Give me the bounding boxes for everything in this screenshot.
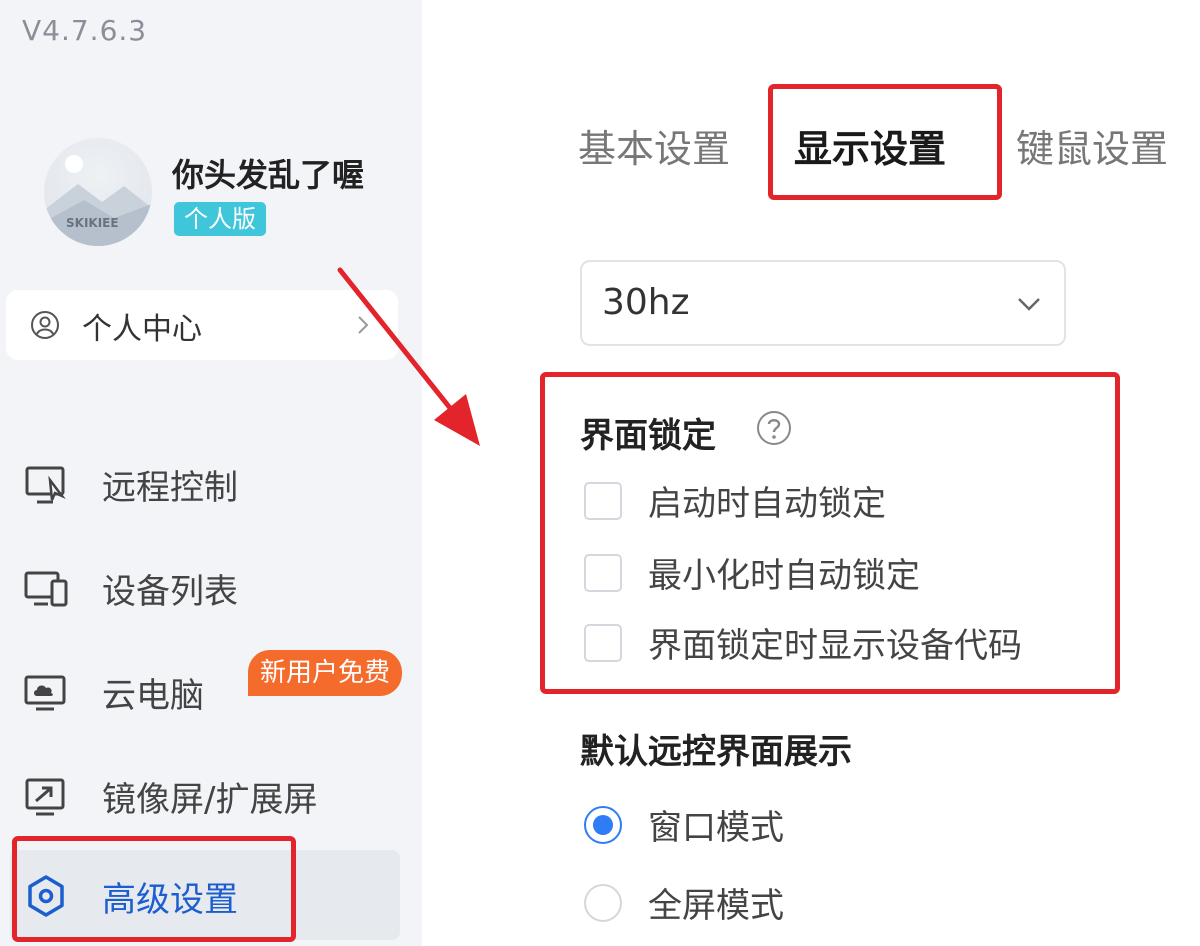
tab-basic-settings[interactable]: 基本设置 [578, 118, 730, 173]
refresh-rate-value: 30hz [602, 282, 690, 323]
default-view-title: 默认远控界面展示 [580, 732, 852, 772]
interface-lock-highlight [540, 372, 1120, 694]
remote-control-icon [25, 466, 66, 504]
sidebar: V4.7.6.3 SKIKIEE 你头发乱了喔 个人版 个人中心 远程控制 设备… [0, 0, 422, 946]
radio-button[interactable] [584, 884, 622, 922]
radio-label: 窗口模式 [648, 808, 784, 848]
sidebar-item-label: 远程控制 [102, 468, 238, 508]
avatar-text: SKIKIEE [66, 216, 119, 230]
tab-keyboard-mouse-settings[interactable]: 键鼠设置 [1016, 118, 1168, 173]
radio-label: 全屏模式 [648, 886, 784, 926]
radio-button-selected[interactable] [584, 806, 622, 844]
cloud-pc-icon [24, 675, 66, 711]
new-user-free-badge: 新用户免费 [248, 650, 403, 696]
refresh-rate-select[interactable]: 30hz [580, 260, 1066, 346]
username: 你头发乱了喔 [172, 156, 365, 194]
app-version: V4.7.6.3 [22, 14, 148, 47]
sidebar-item-mirror-screen[interactable]: 镜像屏/扩展屏 [0, 750, 410, 840]
annotation-arrow-icon [337, 267, 480, 446]
sidebar-item-label: 镜像屏/扩展屏 [102, 780, 318, 820]
edition-badge: 个人版 [174, 202, 266, 236]
device-list-icon [24, 571, 68, 607]
personal-center-label: 个人中心 [82, 312, 202, 347]
avatar[interactable]: SKIKIEE [44, 138, 152, 246]
chevron-down-icon [1018, 298, 1040, 311]
advanced-settings-highlight [12, 836, 296, 942]
user-circle-icon [31, 311, 59, 339]
sidebar-item-label: 云电脑 [102, 676, 204, 716]
sidebar-item-label: 设备列表 [102, 572, 238, 612]
sidebar-item-device-list[interactable]: 设备列表 [0, 542, 410, 632]
mirror-screen-icon [25, 778, 65, 816]
display-tab-highlight [768, 84, 1002, 200]
